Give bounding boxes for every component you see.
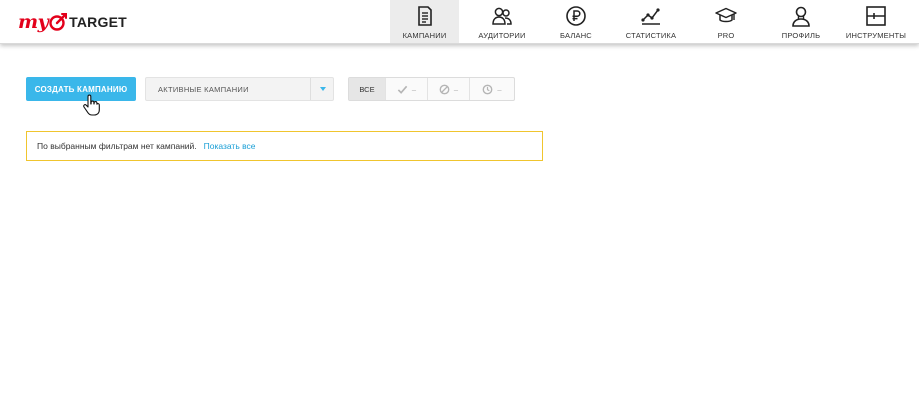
select-divider [310, 78, 311, 100]
nav-balance[interactable]: Баланс [545, 0, 607, 43]
status-filter-blocked-count: – [453, 84, 459, 94]
person-icon [792, 6, 810, 27]
nav-audiences-label: Аудитории [478, 31, 526, 40]
show-all-link[interactable]: Показать все [204, 141, 256, 151]
mytarget-logo[interactable]: my TARGET [18, 7, 127, 37]
status-filter-pending-count: – [497, 84, 502, 94]
nav-campaigns-label: Кампании [402, 31, 447, 40]
nav-profile[interactable]: Профиль [772, 0, 830, 43]
status-filter-all-label: Все [359, 84, 375, 94]
status-filter-active-count: – [411, 84, 417, 94]
top-header: my TARGET Кампании Аудитории [0, 0, 919, 44]
create-campaign-button[interactable]: Создать кампанию [26, 77, 136, 101]
hand-cursor-icon [83, 94, 100, 116]
logo-my-text: my [18, 11, 49, 33]
line-chart-icon [641, 8, 660, 25]
status-filter-active[interactable]: – [386, 78, 428, 100]
nav-audiences[interactable]: Аудитории [467, 0, 537, 43]
logo-target-text: TARGET [69, 14, 127, 30]
status-filter-all[interactable]: Все [349, 78, 386, 100]
nav-profile-label: Профиль [781, 31, 821, 40]
nav-pro-label: PRO [717, 31, 735, 40]
nav-pro[interactable]: PRO [700, 0, 752, 43]
nav-statistics-label: Статистика [625, 31, 677, 40]
status-filter-pending[interactable]: – [470, 78, 514, 100]
nav-tools[interactable]: Инструменты [840, 0, 912, 43]
blocked-icon [439, 84, 450, 94]
nav-statistics[interactable]: Статистика [616, 0, 686, 43]
graduation-cap-icon [715, 7, 737, 23]
tools-icon [866, 6, 886, 26]
nav-balance-label: Баланс [560, 31, 592, 40]
clock-icon [483, 84, 493, 94]
empty-results-notice: По выбранным фильтрам нет кампаний. Пока… [26, 131, 543, 161]
nav-campaigns[interactable]: Кампании [390, 0, 459, 43]
users-icon [492, 7, 512, 25]
target-mark-icon [49, 13, 68, 31]
campaign-filter-select[interactable]: Активные кампании [145, 77, 334, 101]
status-filter-group: Все – – – [348, 77, 515, 101]
caret-down-icon [320, 87, 326, 91]
nav-tools-label: Инструменты [845, 31, 907, 40]
check-icon [397, 85, 408, 94]
campaign-filter-value: Активные кампании [158, 85, 249, 94]
ruble-icon [566, 6, 586, 26]
status-filter-blocked[interactable]: – [428, 78, 470, 100]
document-icon [417, 6, 432, 26]
notice-text: По выбранным фильтрам нет кампаний. [37, 141, 197, 151]
